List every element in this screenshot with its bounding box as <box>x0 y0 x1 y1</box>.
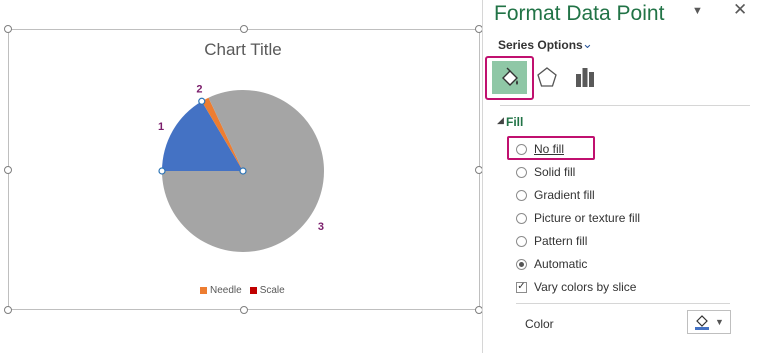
data-label-1[interactable]: 1 <box>158 121 164 133</box>
color-picker-button[interactable]: ▼ <box>687 310 731 334</box>
paint-bucket-icon <box>695 315 710 330</box>
series-options-dropdown[interactable]: Series Options <box>498 38 583 52</box>
option-gradient-fill[interactable]: Gradient fill <box>516 188 595 202</box>
radio-picture-fill[interactable] <box>516 212 527 224</box>
legend-swatch-needle <box>200 287 207 294</box>
radio-automatic[interactable] <box>516 258 527 270</box>
color-label: Color <box>525 317 554 331</box>
option-automatic[interactable]: Automatic <box>516 257 587 271</box>
legend-item-scale: Scale <box>249 285 285 296</box>
checkbox-vary-colors[interactable]: ✓ <box>516 281 527 293</box>
option-label: Solid fill <box>534 165 576 179</box>
option-solid-fill[interactable]: Solid fill <box>516 165 575 179</box>
pie-chart[interactable]: 1 2 3 <box>0 0 480 310</box>
option-pattern-fill[interactable]: Pattern fill <box>516 234 587 248</box>
divider <box>516 303 730 304</box>
chevron-down-icon[interactable]: ▼ <box>692 5 703 17</box>
radio-no-fill[interactable] <box>516 143 527 155</box>
slice-selection-handle[interactable] <box>239 167 247 175</box>
series-options-chevron-icon[interactable]: ⌄ <box>582 36 593 52</box>
fill-section-header[interactable]: Fill <box>506 115 523 129</box>
divider <box>500 105 750 106</box>
legend-item-needle: Needle <box>200 285 242 296</box>
option-label: Picture or texture fill <box>534 211 641 225</box>
collapse-triangle-icon[interactable]: ◢ <box>497 115 504 126</box>
option-label: Automatic <box>534 257 588 271</box>
chart-legend[interactable]: Needle Scale <box>200 285 285 296</box>
legend-label-needle: Needle <box>210 285 242 296</box>
option-label: Gradient fill <box>534 188 595 202</box>
legend-swatch-scale <box>249 287 257 294</box>
option-picture-fill[interactable]: Picture or texture fill <box>516 211 640 225</box>
chevron-down-icon: ▼ <box>715 317 724 327</box>
option-label: No fill <box>534 142 565 156</box>
legend-label-scale: Scale <box>259 285 285 296</box>
pane-title: Format Data Point <box>494 2 665 25</box>
slice-selection-handle[interactable] <box>198 97 206 105</box>
tab-highlight-box <box>485 56 534 100</box>
data-label-3[interactable]: 3 <box>318 221 324 233</box>
option-label: Vary colors by slice <box>534 280 637 294</box>
effects-icon[interactable] <box>536 66 558 88</box>
radio-pattern-fill[interactable] <box>516 235 527 247</box>
radio-gradient-fill[interactable] <box>516 189 527 201</box>
option-no-fill[interactable]: No fill <box>516 142 564 156</box>
slice-selection-handle[interactable] <box>158 167 166 175</box>
series-options-icon[interactable] <box>574 66 596 88</box>
data-label-2[interactable]: 2 <box>196 84 202 96</box>
close-icon[interactable]: ✕ <box>733 0 747 20</box>
option-label: Pattern fill <box>534 234 588 248</box>
option-vary-colors[interactable]: ✓ Vary colors by slice <box>516 280 636 294</box>
radio-solid-fill[interactable] <box>516 166 527 178</box>
